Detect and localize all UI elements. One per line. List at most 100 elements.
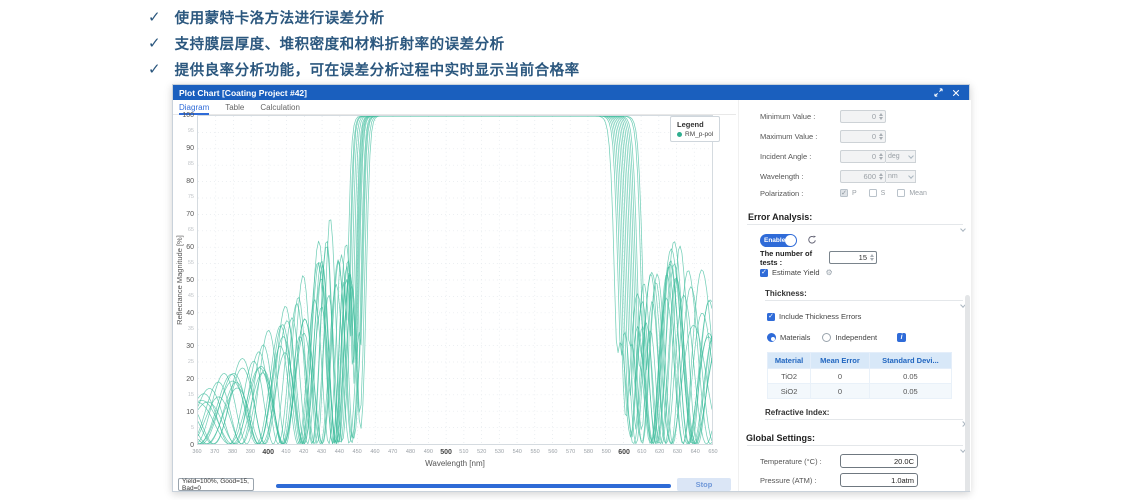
field-row: Incident Angle :0deg	[760, 146, 971, 166]
field-row: Wavelength :600 nm	[760, 166, 971, 186]
check-icon: ✓	[148, 60, 161, 78]
y-tick-label: 40	[173, 310, 194, 317]
tests-input[interactable]: 15	[829, 251, 877, 264]
spin-up-icon	[879, 113, 883, 116]
unit-value: deg	[888, 153, 900, 160]
legend-title: Legend	[677, 120, 713, 129]
polarization-checkbox: ✓	[840, 189, 848, 197]
estimate-yield-label: Estimate Yield	[772, 268, 820, 277]
close-icon[interactable]	[949, 87, 963, 98]
radio-materials[interactable]: Materials	[767, 333, 810, 342]
tab-calculation[interactable]: Calculation	[260, 100, 300, 115]
table-cell[interactable]: 0	[811, 384, 870, 399]
y-tick-label: 50	[173, 277, 194, 284]
radio-label: Materials	[780, 333, 810, 342]
polarization-option-label: S	[881, 190, 886, 197]
pressure-input[interactable]: 1.0atm	[840, 473, 918, 487]
enable-toggle[interactable]: Enable	[760, 234, 797, 247]
field-label: Maximum Value :	[760, 132, 840, 141]
thickness-separator	[765, 300, 963, 301]
pressure-row: Pressure (ATM) : 1.0atm	[760, 472, 971, 488]
error-analysis-separator	[747, 224, 963, 225]
spinner-icons	[879, 133, 883, 140]
temperature-row: Temperature (°C) : 20.0C	[760, 453, 971, 469]
expand-icon[interactable]	[931, 87, 945, 98]
feature-bullet: ✓支持膜层厚度、堆积密度和材料折射率的误差分析	[148, 30, 580, 56]
field-value: 0	[843, 132, 876, 141]
table-cell[interactable]: TiO2	[768, 369, 811, 384]
polarization-option-label: P	[852, 190, 857, 197]
y-tick-label: 45	[173, 293, 194, 299]
spinner-icons	[879, 173, 883, 180]
yield-text: Yield=100%, Good=15, Bad=0	[182, 478, 250, 492]
check-icon: ✓	[841, 190, 847, 197]
y-tick-label: 20	[173, 376, 194, 383]
yield-status-box: Yield=100%, Good=15, Bad=0	[178, 478, 254, 491]
stop-button[interactable]: Stop	[677, 478, 731, 491]
page: ✓ 使用蒙特卡洛方法进行误差分析✓支持膜层厚度、堆积密度和材料折射率的误差分析✓提…	[0, 0, 1140, 500]
y-tick-label: 25	[173, 359, 194, 365]
global-settings-separator	[747, 445, 963, 446]
unit-dropdown: deg	[886, 150, 916, 163]
spin-down-icon	[879, 177, 883, 180]
x-tick-label: 650	[702, 449, 724, 455]
error-analysis-title: Error Analysis:	[748, 212, 971, 222]
polarization-label: Polarization :	[760, 189, 840, 198]
table-cell[interactable]: 0.05	[869, 369, 951, 384]
spin-down-icon[interactable]	[870, 258, 874, 261]
field-value: 0	[843, 152, 876, 161]
field-label: Minimum Value :	[760, 112, 840, 121]
chart-legend: Legend RM_p-pol	[670, 116, 720, 142]
include-thickness-checkbox[interactable]: ✓	[767, 313, 775, 321]
feature-bullets: ✓ 使用蒙特卡洛方法进行误差分析✓支持膜层厚度、堆积密度和材料折射率的误差分析✓提…	[148, 4, 580, 82]
radio-icon	[822, 333, 831, 342]
field-input: 0	[840, 110, 886, 123]
polarization-checkbox	[897, 189, 905, 197]
radio-independent[interactable]: Independent	[822, 333, 877, 342]
tests-row: The number of tests : 15	[760, 250, 971, 265]
feature-bullet: ✓提供良率分析功能，可在误差分析过程中实时显示当前合格率	[148, 56, 580, 82]
table-cell[interactable]: 0.05	[869, 384, 951, 399]
refractive-index-title: Refractive Index:	[765, 408, 971, 417]
spin-up-icon	[879, 153, 883, 156]
settings-panel: Minimum Value :0Maximum Value :0Incident…	[738, 100, 971, 491]
unit-value: nm	[888, 173, 898, 180]
spin-down-icon	[879, 137, 883, 140]
tab-table[interactable]: Table	[225, 100, 244, 115]
y-tick-label: 10	[173, 409, 194, 416]
estimate-yield-row: ✓ Estimate Yield ⚙	[760, 266, 971, 279]
estimate-yield-checkbox[interactable]: ✓	[760, 269, 768, 277]
field-label: Wavelength :	[760, 172, 840, 181]
y-tick-label: 95	[173, 128, 194, 134]
temperature-input[interactable]: 20.0C	[840, 454, 918, 468]
table-cell[interactable]: SiO2	[768, 384, 811, 399]
reflectance-curves	[198, 116, 712, 444]
y-tick-label: 0	[173, 442, 194, 449]
chevron-down-icon[interactable]	[960, 226, 966, 232]
pressure-label: Pressure (ATM) :	[760, 476, 840, 485]
chevron-down-icon	[908, 153, 914, 159]
check-icon: ✓	[148, 34, 161, 52]
field-value: 600	[843, 172, 876, 181]
spinner-icons	[879, 113, 883, 120]
window-titlebar: Plot Chart [Coating Project #42]	[173, 85, 969, 100]
temperature-label: Temperature (°C) :	[760, 457, 840, 466]
spinner-icons	[879, 153, 883, 160]
window-title: Plot Chart [Coating Project #42]	[179, 88, 927, 98]
table-row[interactable]: SiO200.05	[768, 384, 952, 399]
unit-dropdown: nm	[886, 170, 916, 183]
field-input: 0	[840, 150, 886, 163]
tests-label: The number of tests :	[760, 249, 829, 267]
info-icon[interactable]: i	[897, 333, 906, 342]
table-cell[interactable]: 0	[811, 369, 870, 384]
field-row: Maximum Value :0	[760, 126, 971, 146]
panel-scrollbar[interactable]	[965, 295, 970, 491]
gear-icon[interactable]: ⚙	[826, 269, 833, 277]
refresh-icon[interactable]	[807, 235, 817, 245]
table-row[interactable]: TiO200.05	[768, 369, 952, 384]
thickness-title: Thickness:	[765, 289, 971, 298]
chart-plot-area[interactable]	[197, 115, 713, 445]
thickness-mode-radios: Materials Independent i	[767, 331, 971, 344]
feature-bullet-text: 使用蒙特卡洛方法进行误差分析	[175, 7, 385, 28]
spin-up-icon[interactable]	[870, 254, 874, 257]
